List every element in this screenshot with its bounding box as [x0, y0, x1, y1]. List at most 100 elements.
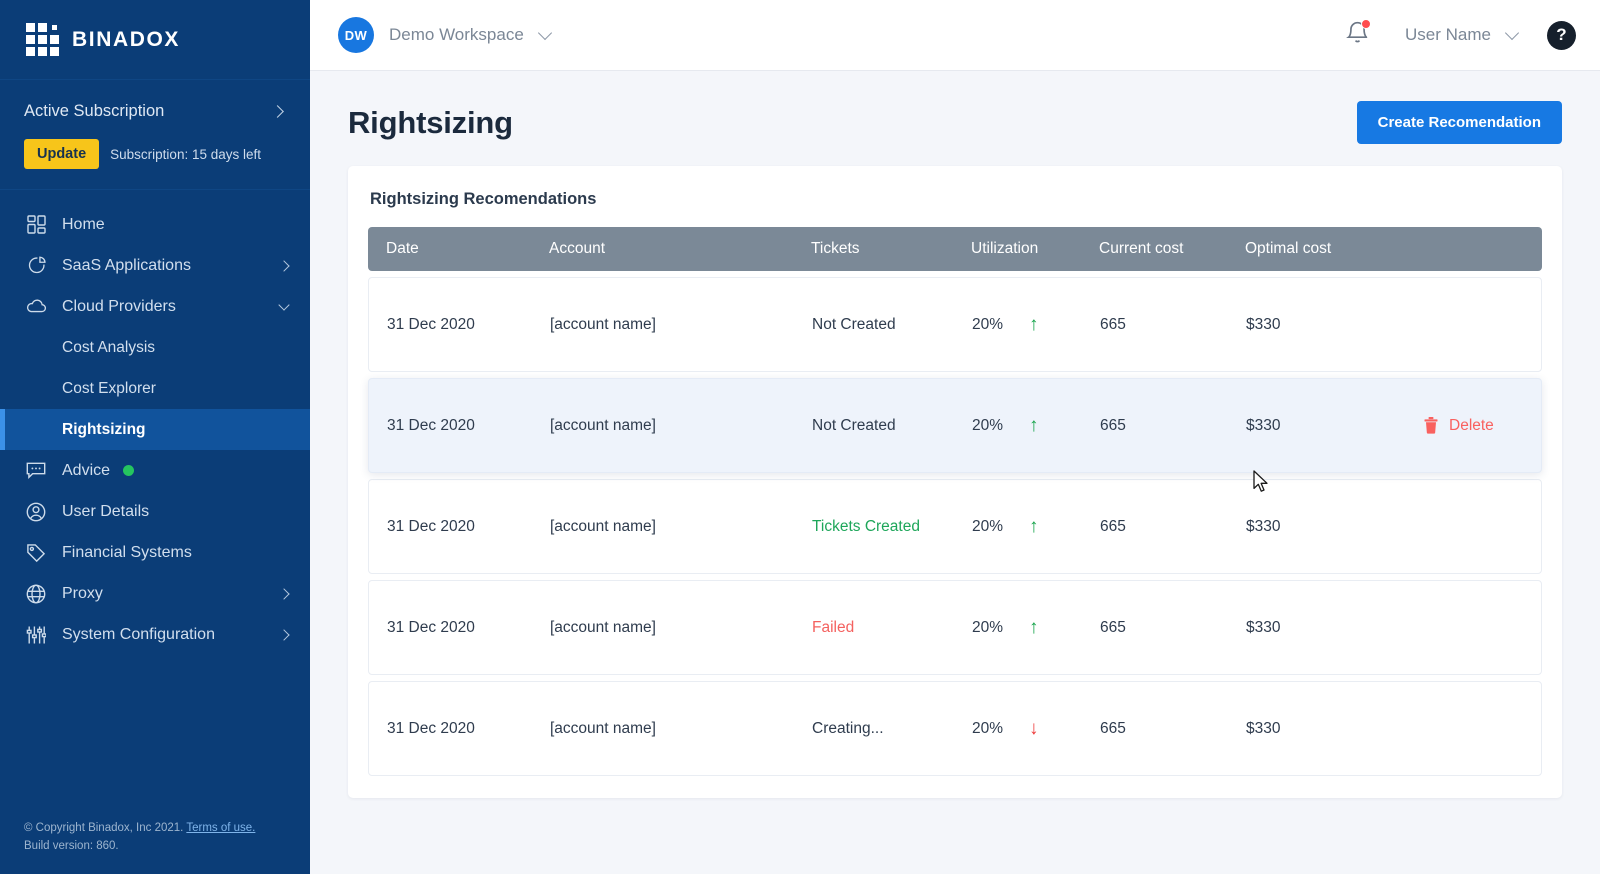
sidebar-item-label: User Details — [62, 502, 150, 520]
sidebar-item-rightsizing[interactable]: Rightsizing — [0, 409, 310, 450]
cell-account: [account name] — [550, 517, 656, 535]
sidebar-item-saas-applications[interactable]: SaaS Applications — [0, 245, 310, 286]
utilization-value: 20% — [972, 719, 1004, 737]
table-row[interactable]: 31 Dec 2020 [account name] Failed 20% ↑ … — [368, 580, 1542, 675]
dashboard-grid-icon — [24, 213, 48, 237]
cell-optimal-cost: $330 — [1246, 618, 1281, 636]
user-menu[interactable]: User Name — [1405, 25, 1520, 45]
trend-up-icon: ↑ — [1029, 415, 1039, 436]
cell-account: [account name] — [550, 416, 656, 434]
user-name-label: User Name — [1405, 25, 1491, 44]
chevron-down-icon — [537, 25, 552, 40]
trend-up-icon: ↑ — [1029, 516, 1039, 537]
column-header-utilization[interactable]: Utilization — [971, 240, 1099, 258]
utilization-value: 20% — [972, 416, 1004, 434]
sidebar-item-label: Financial Systems — [62, 543, 192, 561]
chevron-right-icon — [278, 628, 290, 641]
main-area: DW Demo Workspace User Name ? Rightsizin… — [310, 0, 1600, 874]
column-header-current-cost[interactable]: Current cost — [1099, 240, 1245, 258]
table-row[interactable]: 31 Dec 2020 [account name] Tickets Creat… — [368, 479, 1542, 574]
trend-down-icon: ↓ — [1029, 718, 1039, 739]
sidebar-item-label: Cost Explorer — [62, 379, 156, 397]
cell-date: 31 Dec 2020 — [387, 517, 475, 535]
cell-tickets-status: Not Created — [812, 315, 896, 333]
cell-utilization: 20% ↑ — [972, 618, 1100, 637]
cell-optimal-cost: $330 — [1246, 416, 1281, 434]
cell-utilization: 20% ↑ — [972, 517, 1100, 536]
chevron-right-icon — [278, 259, 290, 272]
sidebar-item-financial-systems[interactable]: Financial Systems — [0, 532, 310, 573]
cell-current-cost: 665 — [1100, 315, 1126, 333]
sidebar-item-label: Advice — [62, 461, 111, 479]
active-subscription-label: Active Subscription — [24, 102, 165, 120]
globe-icon — [24, 582, 48, 606]
sidebar-item-proxy[interactable]: Proxy — [0, 573, 310, 614]
pie-chart-icon — [24, 254, 48, 278]
sidebar-item-cost-explorer[interactable]: Cost Explorer — [0, 368, 310, 409]
chevron-right-icon — [271, 105, 284, 118]
grid-logo-icon — [26, 23, 59, 56]
cell-optimal-cost: $330 — [1246, 719, 1281, 737]
tag-icon — [24, 541, 48, 565]
utilization-value: 20% — [972, 517, 1004, 535]
table-row[interactable]: 31 Dec 2020 [account name] Not Created 2… — [368, 277, 1542, 372]
update-button[interactable]: Update — [24, 139, 100, 169]
sliders-icon — [24, 623, 48, 647]
help-button[interactable]: ? — [1547, 20, 1576, 50]
active-subscription-row[interactable]: Active Subscription — [24, 102, 288, 121]
sidebar-item-cloud-providers[interactable]: Cloud Providers — [0, 286, 310, 327]
sidebar-item-label: Cost Analysis — [62, 338, 156, 356]
cell-account: [account name] — [550, 618, 656, 636]
page-title: Rightsizing — [348, 104, 513, 140]
terms-of-use-link[interactable]: Terms of use. — [186, 822, 255, 834]
sidebar-footer: © Copyright Binadox, Inc 2021. Terms of … — [0, 820, 310, 874]
cell-current-cost: 665 — [1100, 719, 1126, 737]
copyright-text: © Copyright Binadox, Inc 2021. — [24, 822, 184, 835]
sidebar-item-label: Home — [62, 215, 105, 233]
cell-optimal-cost: $330 — [1246, 315, 1281, 333]
sidebar-item-label: Cloud Providers — [62, 297, 176, 315]
cell-utilization: 20% ↑ — [972, 315, 1100, 334]
column-header-account[interactable]: Account — [549, 240, 811, 258]
table-row[interactable]: 31 Dec 2020 [account name] Not Created 2… — [368, 378, 1542, 473]
cell-tickets-status: Not Created — [812, 416, 896, 434]
cell-optimal-cost: $330 — [1246, 517, 1281, 535]
column-header-date[interactable]: Date — [386, 240, 549, 258]
utilization-value: 20% — [972, 618, 1004, 636]
cell-current-cost: 665 — [1100, 416, 1126, 434]
trend-up-icon: ↑ — [1029, 314, 1039, 335]
cell-date: 31 Dec 2020 — [387, 416, 475, 434]
sidebar-item-cost-analysis[interactable]: Cost Analysis — [0, 327, 310, 368]
column-header-optimal-cost[interactable]: Optimal cost — [1245, 240, 1397, 258]
workspace-avatar: DW — [338, 17, 374, 53]
delete-label: Delete — [1449, 416, 1494, 434]
workspace-selector[interactable]: DW Demo Workspace — [338, 17, 552, 53]
table-row[interactable]: 31 Dec 2020 [account name] Creating... 2… — [368, 681, 1542, 776]
chevron-right-icon — [278, 587, 290, 600]
sidebar-item-home[interactable]: Home — [0, 204, 310, 245]
sidebar-item-user-details[interactable]: User Details — [0, 491, 310, 532]
cell-current-cost: 665 — [1100, 618, 1126, 636]
cell-utilization: 20% ↑ — [972, 416, 1100, 435]
subscription-status-row: Update Subscription: 15 days left — [24, 139, 288, 169]
brand-name: BINADOX — [72, 27, 181, 51]
sidebar-item-advice[interactable]: Advice — [0, 450, 310, 491]
sidebar-item-label: Proxy — [62, 584, 103, 602]
top-bar: DW Demo Workspace User Name ? — [310, 0, 1600, 71]
cell-date: 31 Dec 2020 — [387, 719, 475, 737]
create-recommendation-button[interactable]: Create Recomendation — [1356, 101, 1562, 144]
build-version: Build version: 860. — [24, 840, 119, 853]
subscription-days-left: Subscription: 15 days left — [110, 146, 261, 162]
notifications-button[interactable] — [1346, 19, 1372, 50]
sidebar-item-label: SaaS Applications — [62, 256, 191, 274]
brand-logo[interactable]: BINADOX — [0, 0, 310, 80]
card-title: Rightsizing Recomendations — [370, 190, 597, 208]
delete-button[interactable]: Delete — [1424, 417, 1494, 435]
sidebar-item-system-configuration[interactable]: System Configuration — [0, 614, 310, 655]
sidebar-item-label: Rightsizing — [62, 420, 146, 438]
recommendations-card: Rightsizing Recomendations Date Account … — [348, 166, 1562, 798]
cell-date: 31 Dec 2020 — [387, 315, 475, 333]
page-header: Rightsizing Create Recomendation — [310, 71, 1600, 166]
cell-tickets-status: Tickets Created — [812, 517, 920, 535]
column-header-tickets[interactable]: Tickets — [811, 240, 971, 258]
